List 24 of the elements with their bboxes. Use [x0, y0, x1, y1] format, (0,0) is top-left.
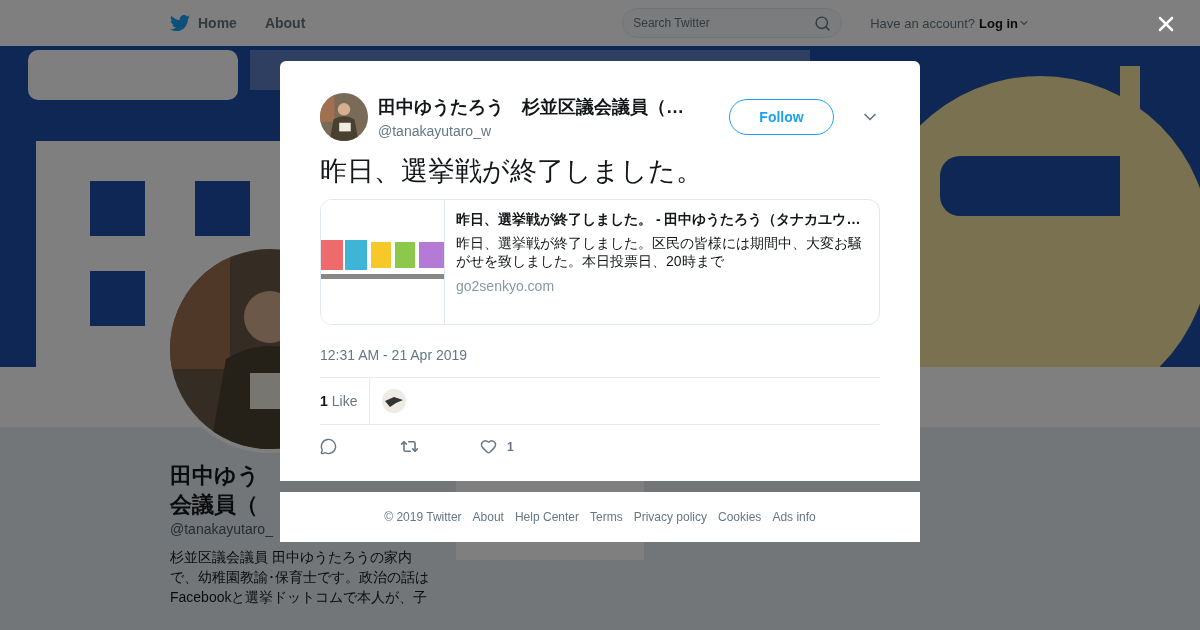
footer-link[interactable]: Ads info [772, 510, 816, 524]
nav-link[interactable]: About [264, 15, 306, 31]
footer-link[interactable]: Privacy policy [633, 510, 707, 524]
footer-link[interactable]: About [472, 510, 504, 524]
profile-bio: で、幼稚園教諭･保育士です。政治の話は [170, 568, 430, 587]
profile-bio: Facebookと選挙ドットコムで本人が、子 [170, 588, 429, 607]
profile-bio: 杉並区議会議員 田中ゆうたろうの家内 [170, 548, 413, 567]
footer-link[interactable]: Cookies [718, 510, 762, 524]
search-field[interactable]: Search Twitter [622, 8, 843, 38]
login-link[interactable]: Log in [979, 15, 1030, 31]
bird-icon [170, 13, 190, 33]
footer-link[interactable]: Help Center [514, 510, 579, 524]
nav-link[interactable]: Home [170, 13, 237, 33]
like-count[interactable]: 1 Like [320, 378, 371, 424]
reply-icon [320, 438, 337, 455]
profile-name: 会議員（ [170, 491, 258, 519]
like-button[interactable]: 1 [480, 438, 560, 455]
heart-icon [480, 438, 497, 455]
account-prompt: Have an account? [870, 15, 975, 31]
footer-link[interactable]: © 2019 Twitter [384, 510, 462, 524]
profile-name: 田中ゆう [170, 462, 260, 490]
profile-handle: @tanakayutaro_ [170, 521, 273, 537]
footer-link[interactable]: Terms [590, 510, 623, 524]
search-icon [814, 14, 832, 32]
